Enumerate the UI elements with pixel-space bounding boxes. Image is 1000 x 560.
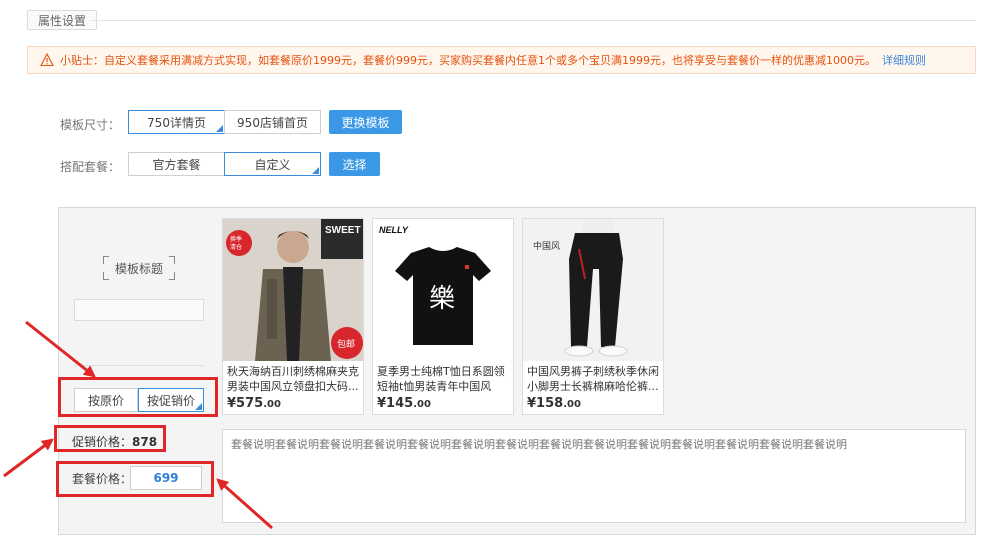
arrow-to-promo-price bbox=[3, 438, 54, 478]
arrow-to-price-mode bbox=[25, 320, 96, 378]
annotation-arrows bbox=[3, 320, 273, 530]
arrow-to-package-price bbox=[216, 478, 273, 530]
